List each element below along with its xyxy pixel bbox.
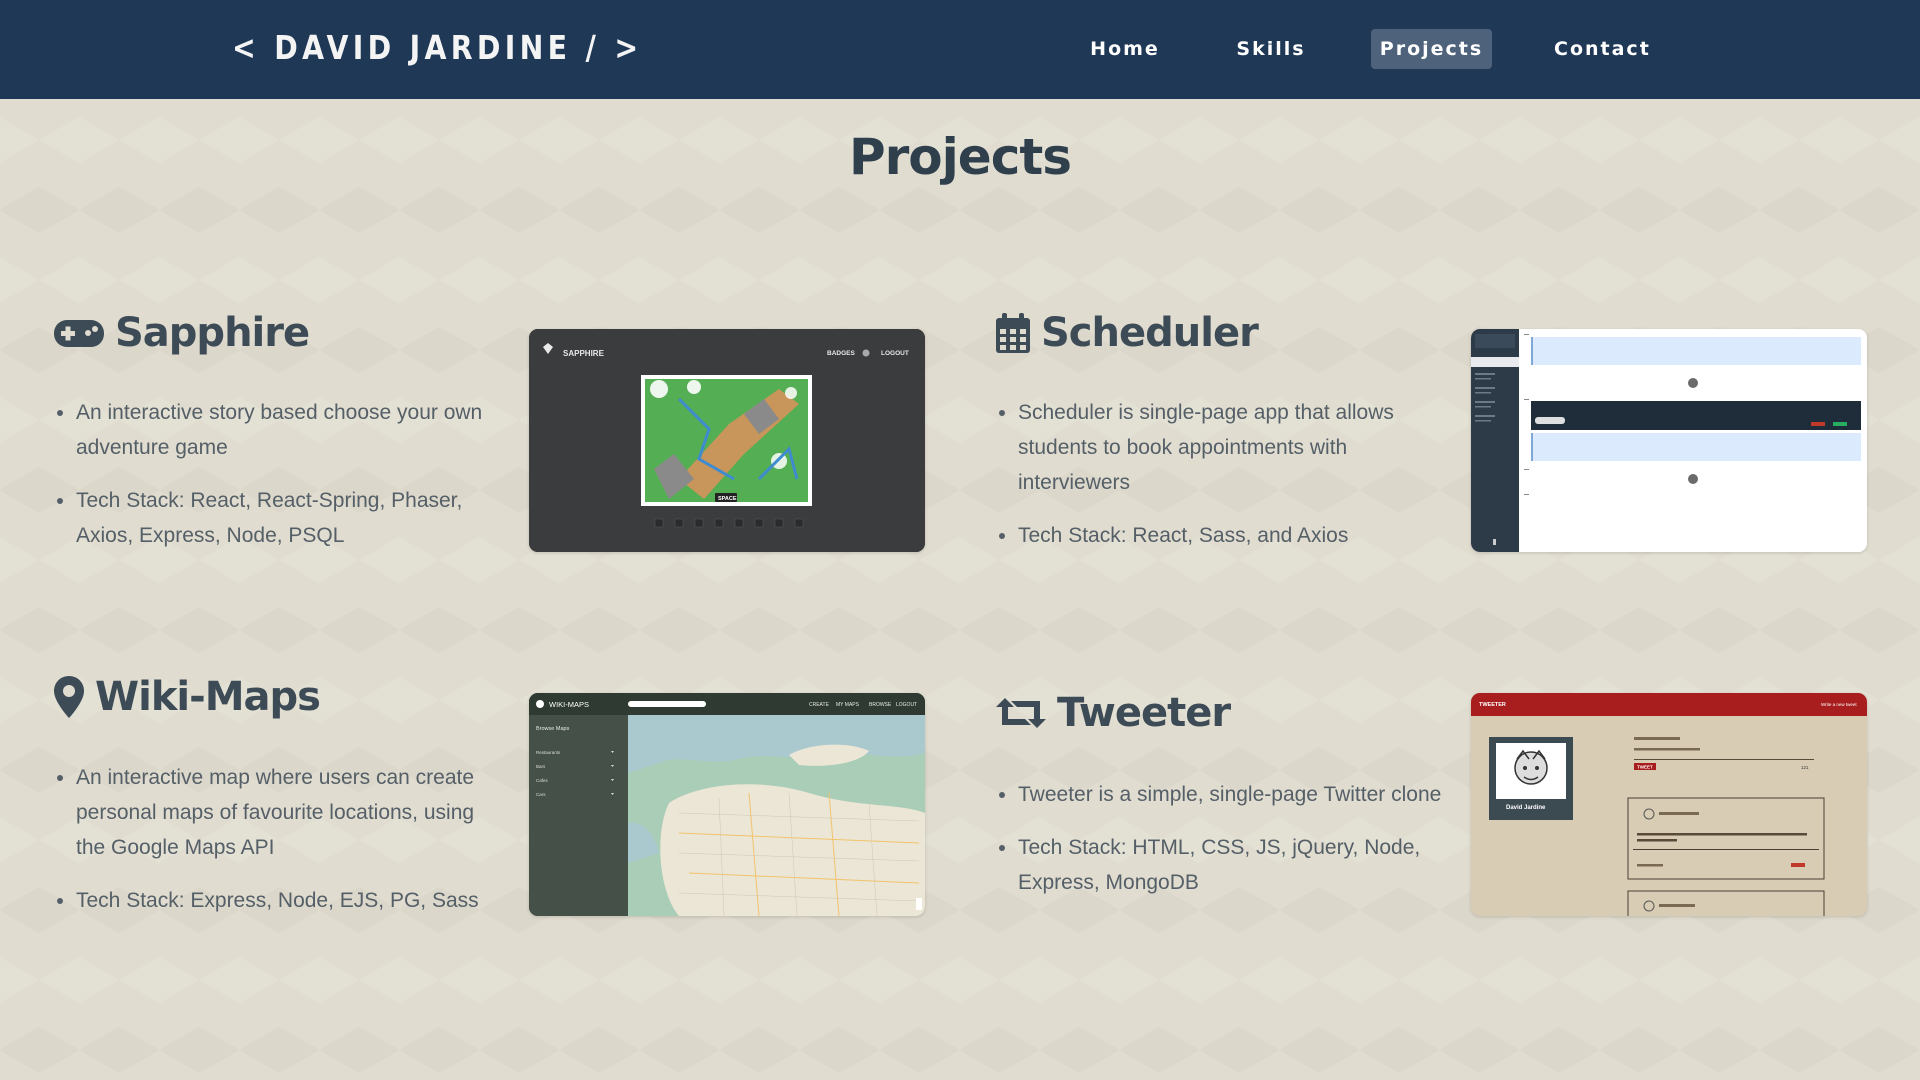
project-name: Sapphire (115, 310, 310, 356)
tweeter-char-count: 121 (1801, 765, 1809, 770)
project-details-wiki-maps: An interactive map where users can creat… (53, 760, 483, 936)
project-title-tweeter: Tweeter (995, 690, 1231, 736)
tweeter-tweet-button: TWEET (1637, 765, 1653, 770)
project-tech-stack: Tech Stack: Express, Node, EJS, PG, Sass (76, 883, 483, 918)
wiki-maps-menu-create: CREATE (809, 702, 830, 708)
project-name: Wiki-Maps (95, 674, 321, 720)
nav-projects[interactable]: Projects (1371, 29, 1492, 69)
project-title-sapphire: Sapphire (53, 310, 310, 356)
top-navbar: < DAVID JARDINE / > Home Skills Projects… (0, 0, 1920, 99)
nav-skills[interactable]: Skills (1228, 29, 1314, 69)
project-tech-stack: Tech Stack: React, React-Spring, Phaser,… (76, 483, 483, 553)
project-tech-stack: Tech Stack: HTML, CSS, JS, jQuery, Node,… (1018, 830, 1445, 900)
project-description: An interactive story based choose your o… (76, 395, 483, 465)
project-name: Scheduler (1041, 310, 1259, 356)
wiki-maps-sidebar-title: Browse Maps (536, 726, 570, 732)
calendar-icon (996, 313, 1030, 353)
project-name: Tweeter (1057, 690, 1231, 736)
scheduler-screenshot[interactable] (1471, 329, 1867, 552)
wiki-maps-menu-browse: BROWSE (869, 702, 892, 708)
project-description: Scheduler is single-page app that allows… (1018, 395, 1425, 500)
tweeter-write-label: Write a new tweet (1821, 702, 1857, 707)
sapphire-space-button: SPACE (718, 496, 737, 502)
wiki-maps-menu-logout: LOGOUT (896, 702, 917, 708)
wiki-maps-preview: WIKI-MAPS CREATE MY MAPS BROWSE LOGOUT B… (529, 693, 925, 916)
gamepad-icon (54, 320, 104, 347)
project-details-tweeter: Tweeter is a simple, single-page Twitter… (995, 777, 1445, 918)
sapphire-menu-badges: BADGES (827, 350, 855, 357)
sapphire-menu-logout: LOGOUT (881, 350, 909, 357)
tweeter-preview: TWEETER Write a new tweet David Jardine … (1471, 693, 1867, 916)
wiki-maps-app-title: WIKI-MAPS (549, 700, 589, 709)
project-title-scheduler: Scheduler (995, 310, 1259, 356)
wiki-maps-category: Bars (536, 764, 546, 769)
map-marker-icon (54, 676, 84, 718)
project-description: An interactive map where users can creat… (76, 760, 483, 865)
project-tech-stack: Tech Stack: React, Sass, and Axios (1018, 518, 1425, 553)
tweeter-profile-name: David Jardine (1506, 805, 1546, 811)
page-title: Projects (848, 128, 1072, 186)
nav-home[interactable]: Home (1082, 29, 1168, 69)
retweet-icon (996, 698, 1046, 728)
project-title-wiki-maps: Wiki-Maps (53, 674, 321, 720)
wiki-maps-category: Restaurants (536, 750, 561, 755)
wiki-maps-category: Cafes (536, 778, 549, 783)
nav-contact[interactable]: Contact (1554, 29, 1650, 69)
scheduler-preview (1471, 329, 1867, 552)
sapphire-preview: SAPPHIRE BADGES LOGOUT SPACE (529, 329, 925, 552)
wiki-maps-menu-mymaps: MY MAPS (836, 702, 860, 708)
project-details-sapphire: An interactive story based choose your o… (53, 395, 483, 571)
project-description: Tweeter is a simple, single-page Twitter… (1018, 777, 1445, 812)
sapphire-app-title: SAPPHIRE (563, 349, 605, 358)
wiki-maps-category: Cars (536, 792, 546, 797)
project-details-scheduler: Scheduler is single-page app that allows… (995, 395, 1425, 571)
tweeter-screenshot[interactable]: TWEETER Write a new tweet David Jardine … (1471, 693, 1867, 916)
sapphire-screenshot[interactable]: SAPPHIRE BADGES LOGOUT SPACE (529, 329, 925, 552)
site-brand[interactable]: < DAVID JARDINE / > (232, 28, 642, 67)
tweeter-app-title: TWEETER (1479, 702, 1506, 708)
wiki-maps-screenshot[interactable]: WIKI-MAPS CREATE MY MAPS BROWSE LOGOUT B… (529, 693, 925, 916)
